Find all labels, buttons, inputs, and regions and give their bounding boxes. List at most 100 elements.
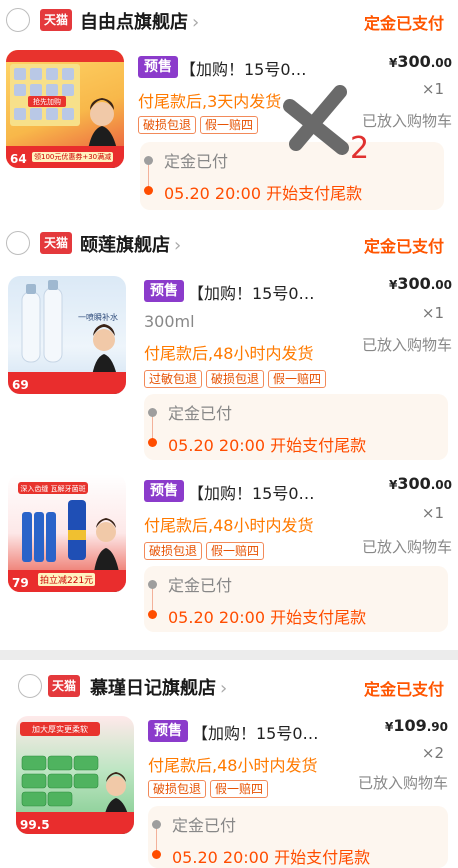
annotation-cross-mark: 2 bbox=[283, 85, 369, 164]
shop-header: 天猫 自由点旗舰店 › 定金已支付 bbox=[0, 0, 458, 40]
product-title[interactable]: 【加购！15号0… bbox=[180, 56, 307, 80]
product-spec[interactable]: 300ml bbox=[144, 312, 195, 331]
deposit-paid-label: 定金已付 bbox=[168, 404, 233, 423]
shipping-info: 付尾款后,3天内发货 bbox=[138, 92, 282, 111]
service-tag: 破损包退 bbox=[206, 370, 265, 388]
select-shop-checkbox[interactable] bbox=[18, 674, 42, 698]
tmall-badge: 天猫 bbox=[40, 9, 72, 31]
service-tag: 假一赔四 bbox=[210, 780, 269, 798]
service-tag: 过敏包退 bbox=[144, 370, 203, 388]
timeline-dot-paid bbox=[148, 408, 157, 417]
product-image[interactable]: 深入齿缝 瓦解牙菌斑 79 拍立减221元 bbox=[8, 474, 126, 592]
service-tag: 假一赔四 bbox=[268, 370, 327, 388]
shop-name: 颐莲旗舰店 bbox=[80, 235, 170, 256]
product-title[interactable]: 【加购！15号0… bbox=[188, 280, 315, 304]
service-tag: 破损包退 bbox=[144, 542, 203, 560]
thumb-promo-text: 拍立减221元 bbox=[38, 573, 96, 586]
shop-name-link[interactable]: 颐莲旗舰店 › bbox=[80, 231, 181, 257]
product-quantity: ×2 bbox=[421, 744, 444, 762]
thumb-headline-text: 深入齿缝 瓦解牙菌斑 bbox=[20, 484, 85, 493]
service-tags: 破损包退 假一赔四 bbox=[144, 542, 265, 560]
thumb-headline-text: 加大厚实更柔软 bbox=[32, 724, 88, 734]
shop-name: 慕瑾日记旗舰店 bbox=[90, 678, 216, 699]
product-price: ¥109.90 bbox=[385, 716, 448, 735]
service-tags: 过敏包退 破损包退 假一赔四 bbox=[144, 370, 327, 388]
balance-payment-time: 05.20 20:00 开始支付尾款 bbox=[172, 848, 371, 867]
product-price: ¥300.00 bbox=[389, 274, 452, 293]
chevron-right-icon: › bbox=[220, 678, 228, 699]
order-status: 定金已支付 bbox=[363, 14, 444, 33]
service-tag: 破损包退 bbox=[138, 116, 197, 134]
deposit-paid-label: 定金已付 bbox=[164, 152, 229, 171]
shop-name: 自由点旗舰店 bbox=[80, 12, 188, 33]
select-shop-checkbox[interactable] bbox=[6, 231, 30, 255]
tmall-badge: 天猫 bbox=[40, 232, 72, 254]
payment-progress: 定金已付 05.20 20:00 开始支付尾款 bbox=[144, 566, 448, 632]
timeline-dot-balance bbox=[148, 438, 157, 447]
payment-progress: 定金已付 05.20 20:00 开始支付尾款 bbox=[148, 806, 448, 868]
price-decimal: .00 bbox=[430, 56, 452, 70]
price-integer: 300 bbox=[397, 474, 431, 493]
select-shop-checkbox[interactable] bbox=[6, 8, 30, 32]
product-title[interactable]: 【加购！15号0… bbox=[188, 480, 315, 504]
service-tags: 破损包退 假一赔四 bbox=[148, 780, 269, 798]
service-tag: 假一赔四 bbox=[200, 116, 259, 134]
presale-badge: 预售 bbox=[138, 56, 178, 78]
product-image[interactable]: 抢先加购 64 领100元优惠券+30满减 bbox=[6, 50, 124, 168]
in-cart-status: 已放入购物车 bbox=[361, 336, 452, 354]
annotation-number: 2 bbox=[350, 131, 369, 164]
timeline-dot-balance bbox=[152, 850, 161, 859]
timeline-dot-paid bbox=[144, 156, 153, 165]
product-price: ¥300.00 bbox=[389, 474, 452, 493]
deposit-paid-label: 定金已付 bbox=[168, 576, 233, 595]
thumb-price-number: 64 bbox=[10, 152, 27, 166]
thumb-promo-text: 领100元优惠券+30满减 bbox=[32, 152, 114, 162]
deposit-paid-label: 定金已付 bbox=[172, 816, 237, 835]
in-cart-status: 已放入购物车 bbox=[357, 774, 448, 792]
service-tag: 破损包退 bbox=[148, 780, 207, 798]
balance-payment-time: 05.20 20:00 开始支付尾款 bbox=[164, 184, 363, 203]
payment-progress: 定金已付 05.20 20:00 开始支付尾款 bbox=[144, 394, 448, 460]
thumb-price-number: 79 bbox=[12, 576, 29, 590]
chevron-right-icon: › bbox=[192, 12, 200, 33]
shipping-info: 付尾款后,48小时内发货 bbox=[144, 516, 314, 535]
service-tags: 破损包退 假一赔四 bbox=[138, 116, 259, 134]
price-integer: 300 bbox=[397, 52, 431, 71]
timeline-dot-paid bbox=[152, 820, 161, 829]
thumb-price-number: 99.5 bbox=[20, 818, 50, 832]
presale-badge: 预售 bbox=[144, 480, 184, 502]
shop-card-3: 天猫 慕瑾日记旗舰店 › 定金已支付 加大厚实更柔软 99.5 预售 【加购！15… bbox=[0, 660, 458, 868]
product-quantity: ×1 bbox=[421, 304, 444, 322]
shop-name-link[interactable]: 慕瑾日记旗舰店 › bbox=[90, 674, 227, 700]
thumb-label-text: 一喷瞬补水 bbox=[78, 312, 118, 322]
price-decimal: .00 bbox=[430, 278, 452, 292]
shipping-info: 付尾款后,48小时内发货 bbox=[148, 756, 318, 775]
price-integer: 109 bbox=[393, 716, 427, 735]
in-cart-status: 已放入购物车 bbox=[361, 538, 452, 556]
price-decimal: .90 bbox=[426, 720, 448, 734]
price-decimal: .00 bbox=[430, 478, 452, 492]
in-cart-status: 已放入购物车 bbox=[361, 112, 452, 130]
balance-payment-time: 05.20 20:00 开始支付尾款 bbox=[168, 436, 367, 455]
product-title[interactable]: 【加购！15号0… bbox=[192, 720, 319, 744]
balance-payment-time: 05.20 20:00 开始支付尾款 bbox=[168, 608, 367, 627]
product-price: ¥300.00 bbox=[389, 52, 452, 71]
product-image[interactable]: 加大厚实更柔软 99.5 bbox=[16, 716, 134, 834]
product-quantity: ×1 bbox=[421, 80, 444, 98]
shop-card-2: 天猫 颐莲旗舰店 › 定金已支付 一喷瞬补水 69 预售 【加购！15号0… ¥3… bbox=[0, 222, 458, 650]
price-integer: 300 bbox=[397, 274, 431, 293]
service-tag: 假一赔四 bbox=[206, 542, 265, 560]
presale-badge: 预售 bbox=[144, 280, 184, 302]
shop-name-link[interactable]: 自由点旗舰店 › bbox=[80, 8, 199, 34]
thumb-banner-text: 抢先加购 bbox=[33, 97, 61, 106]
shipping-info: 付尾款后,48小时内发货 bbox=[144, 344, 314, 363]
order-status: 定金已支付 bbox=[363, 680, 444, 699]
timeline-dot-paid bbox=[148, 580, 157, 589]
presale-badge: 预售 bbox=[148, 720, 188, 742]
product-quantity: ×1 bbox=[421, 504, 444, 522]
chevron-right-icon: › bbox=[174, 235, 182, 256]
thumb-price-number: 69 bbox=[12, 378, 29, 392]
order-status: 定金已支付 bbox=[363, 237, 444, 256]
product-image[interactable]: 一喷瞬补水 69 bbox=[8, 276, 126, 394]
timeline-dot-balance bbox=[148, 610, 157, 619]
